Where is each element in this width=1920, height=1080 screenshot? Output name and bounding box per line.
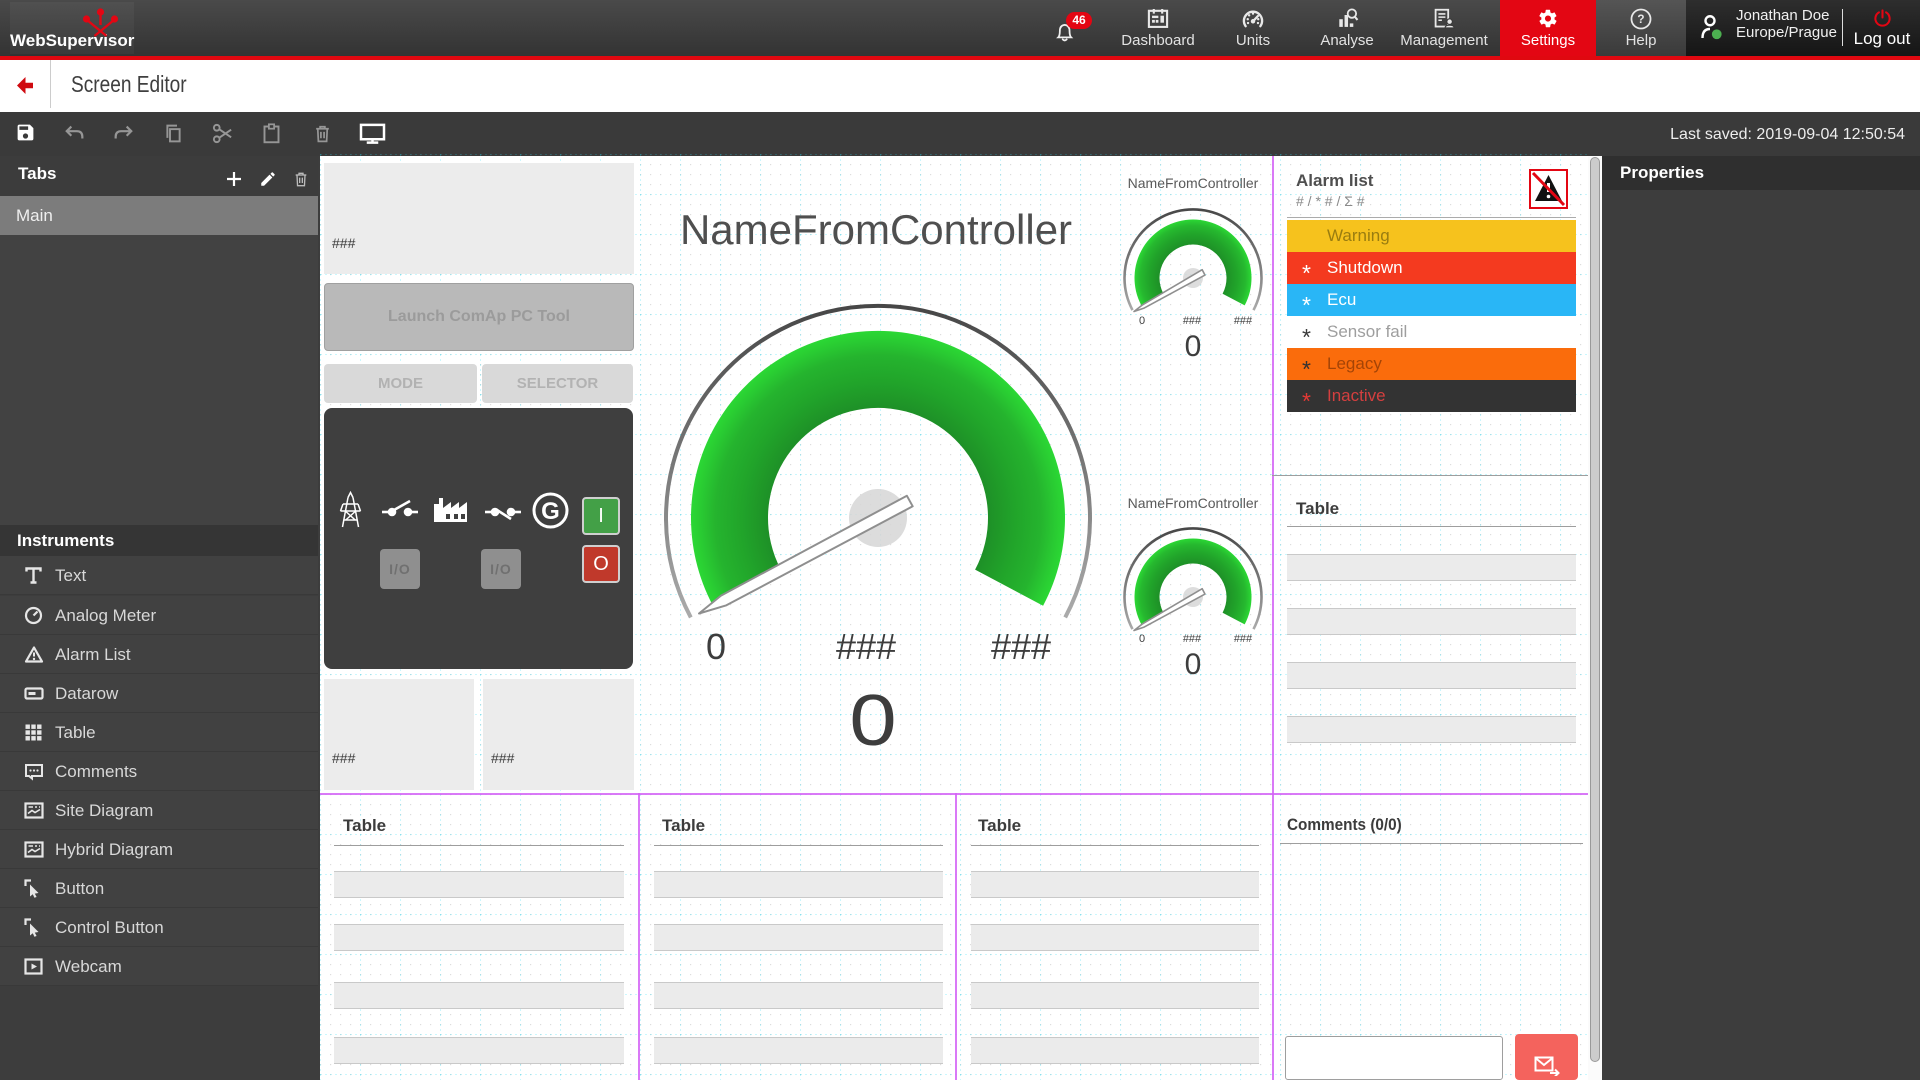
svg-text:?: ? bbox=[1637, 13, 1644, 26]
